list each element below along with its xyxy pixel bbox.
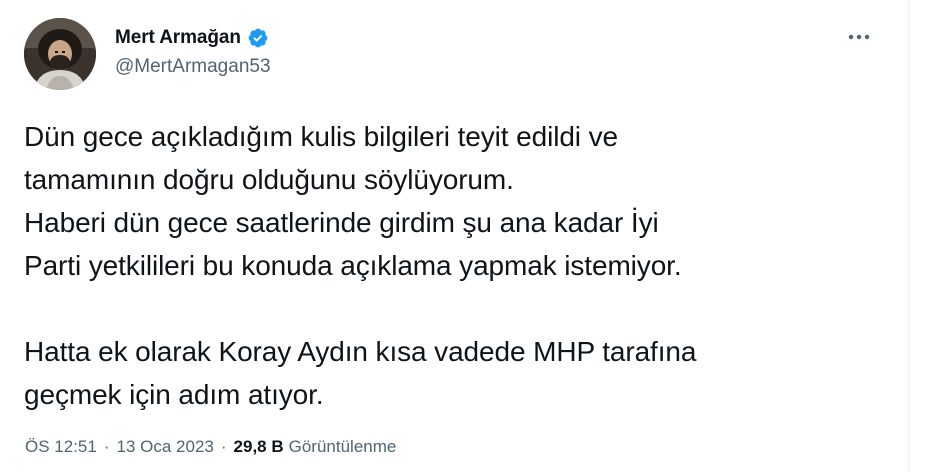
- verified-badge-icon: [248, 28, 268, 48]
- tweet-text-line: geçmek için adım atıyor.: [24, 379, 324, 410]
- tweet-timestamp[interactable]: ÖS 12:51: [25, 437, 97, 457]
- tweet-text-line: Hatta ek olarak Koray Aydın kısa vadede …: [24, 336, 697, 367]
- tweet-text-line: Haberi dün gece saatlerinde girdim şu an…: [24, 207, 659, 238]
- tweet-text-line: Dün gece açıkladığım kulis bilgileri tey…: [24, 121, 618, 152]
- tweet-date[interactable]: 13 Oca 2023: [117, 437, 214, 457]
- meta-separator: ·: [220, 437, 227, 456]
- tweet-text: Dün gece açıkladığım kulis bilgileri tey…: [24, 115, 884, 416]
- author-name-row[interactable]: Mert Armağan: [115, 25, 269, 51]
- tweet-meta: ÖS 12:51 · 13 Oca 2023 · 29,8 B Görüntül…: [25, 437, 396, 457]
- tweet-card: Mert Armağan @MertArmagan53 Dün gece açı…: [0, 0, 908, 472]
- author-handle[interactable]: @MertArmagan53: [115, 56, 271, 78]
- tweet-text-line: tamamının doğru olduğunu söylüyorum.: [24, 164, 514, 195]
- more-dots-icon: [848, 34, 870, 40]
- avatar-photo-icon: [24, 18, 96, 90]
- tweet-text-line: Parti yetkilileri bu konuda açıklama yap…: [24, 250, 682, 281]
- column-divider: [908, 0, 909, 472]
- views-label: Görüntülenme: [288, 437, 397, 456]
- avatar[interactable]: [24, 18, 96, 90]
- views-count: 29,8 B: [233, 437, 284, 456]
- more-options-button[interactable]: [842, 24, 876, 50]
- meta-separator: ·: [103, 437, 110, 456]
- author-display-name[interactable]: Mert Armağan: [115, 27, 241, 49]
